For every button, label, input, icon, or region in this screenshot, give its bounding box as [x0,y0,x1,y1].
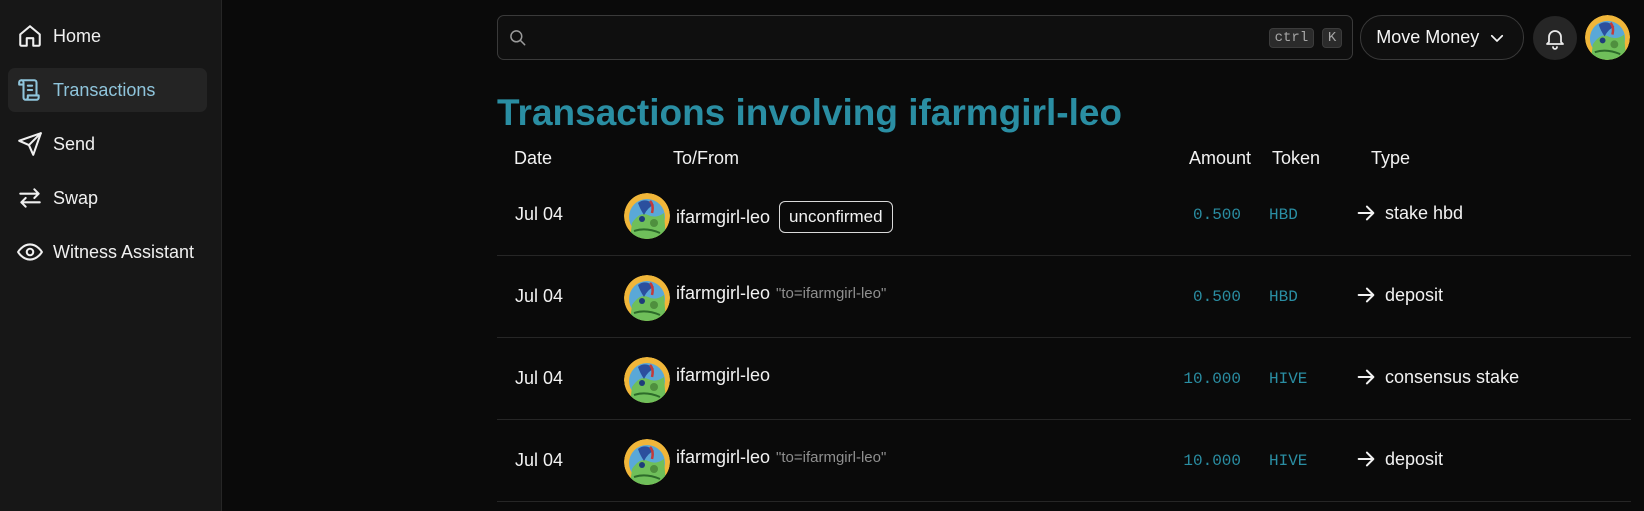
search-input[interactable] [498,16,1353,59]
sidebar-item-witness-assistant[interactable]: Witness Assistant [8,230,207,274]
avatar[interactable] [624,439,670,485]
sidebar-item-send[interactable]: Send [8,122,207,166]
account-name[interactable]: ifarmgirl-leo [676,365,770,386]
sidebar-item-swap[interactable]: Swap [8,176,207,220]
transaction-type: consensus stake [1385,366,1520,387]
sidebar-item-label: Send [53,133,96,154]
avatar[interactable] [624,193,670,239]
send-icon [17,131,43,157]
status-badge: unconfirmed [779,201,893,233]
transaction-type: stake hbd [1385,202,1464,223]
arrow-right-icon [1355,202,1377,224]
notifications-button[interactable] [1533,15,1578,60]
memo-text: "to=ifarmgirl-leo" [776,285,887,302]
account-name[interactable]: ifarmgirl-leo [676,447,770,468]
column-header-type: Type [1371,148,1411,168]
transaction-type: deposit [1385,284,1444,305]
token-symbol: HBD [1269,288,1298,306]
page-title: Transactions involving ifarmgirl-leo [497,92,1123,133]
column-header-amount: Amount [1189,148,1252,168]
amount-value: 10.000 [1183,370,1241,388]
top-bar: ctrl K Move Money [497,15,1630,60]
transaction-type: deposit [1385,448,1444,469]
arrow-right-icon [1355,448,1377,470]
table-row[interactable]: Jul 04 ifarmgirl-leo "to=ifarmgirl-leo" … [497,420,1631,502]
shortcut-ctrl-key: ctrl [1268,28,1315,48]
avatar[interactable] [624,275,670,321]
sidebar-item-label: Transactions [53,79,156,100]
table-row[interactable]: Jul 04 ifarmgirl-leo unconfirmed 0.500 H… [497,174,1631,256]
avatar[interactable] [624,357,670,403]
memo-text: "to=ifarmgirl-leo" [776,449,887,466]
row-date: Jul 04 [515,286,564,306]
chevron-down-icon [1488,29,1506,47]
table-row[interactable]: Jul 04 ifarmgirl-leo 10.000 HIVE consens… [497,338,1631,420]
row-date: Jul 04 [515,450,564,470]
sidebar-item-label: Witness Assistant [53,241,195,262]
bell-icon [1546,29,1564,50]
move-money-button[interactable]: Move Money [1360,15,1525,60]
swap-icon [17,185,43,211]
token-symbol: HIVE [1269,370,1308,388]
token-symbol: HBD [1269,206,1298,224]
column-header-token: Token [1272,148,1321,168]
scroll-icon [17,77,43,103]
column-header-to-from: To/From [673,148,740,168]
arrow-right-icon [1355,284,1377,306]
transactions-table: Date To/From Amount Token Type Jul 04 if… [497,144,1631,502]
search-icon [508,28,528,48]
home-icon [17,23,43,49]
amount-value: 0.500 [1192,288,1241,306]
column-header-date: Date [514,148,553,168]
account-name[interactable]: ifarmgirl-leo [676,207,770,228]
table-row[interactable]: Jul 04 ifarmgirl-leo "to=ifarmgirl-leo" … [497,256,1631,338]
account-name[interactable]: ifarmgirl-leo [676,283,770,304]
row-date: Jul 04 [515,204,564,224]
sidebar-item-label: Swap [53,187,99,208]
sidebar-item-home[interactable]: Home [8,14,207,58]
sidebar-item-label: Home [53,25,102,46]
eye-icon [17,239,43,265]
move-money-label: Move Money [1376,27,1480,47]
row-date: Jul 04 [515,368,564,388]
table-header: Date To/From Amount Token Type [497,144,1631,174]
amount-value: 0.500 [1192,206,1241,224]
user-avatar[interactable] [1585,15,1630,60]
amount-value: 10.000 [1183,452,1241,470]
sidebar-item-transactions[interactable]: Transactions [8,68,207,112]
sidebar: Home Transactions Send Swap Witness Assi… [0,0,222,511]
token-symbol: HIVE [1269,452,1308,470]
shortcut-k-key: K [1321,28,1343,48]
arrow-right-icon [1355,366,1377,388]
search-bar: ctrl K [497,15,1354,60]
